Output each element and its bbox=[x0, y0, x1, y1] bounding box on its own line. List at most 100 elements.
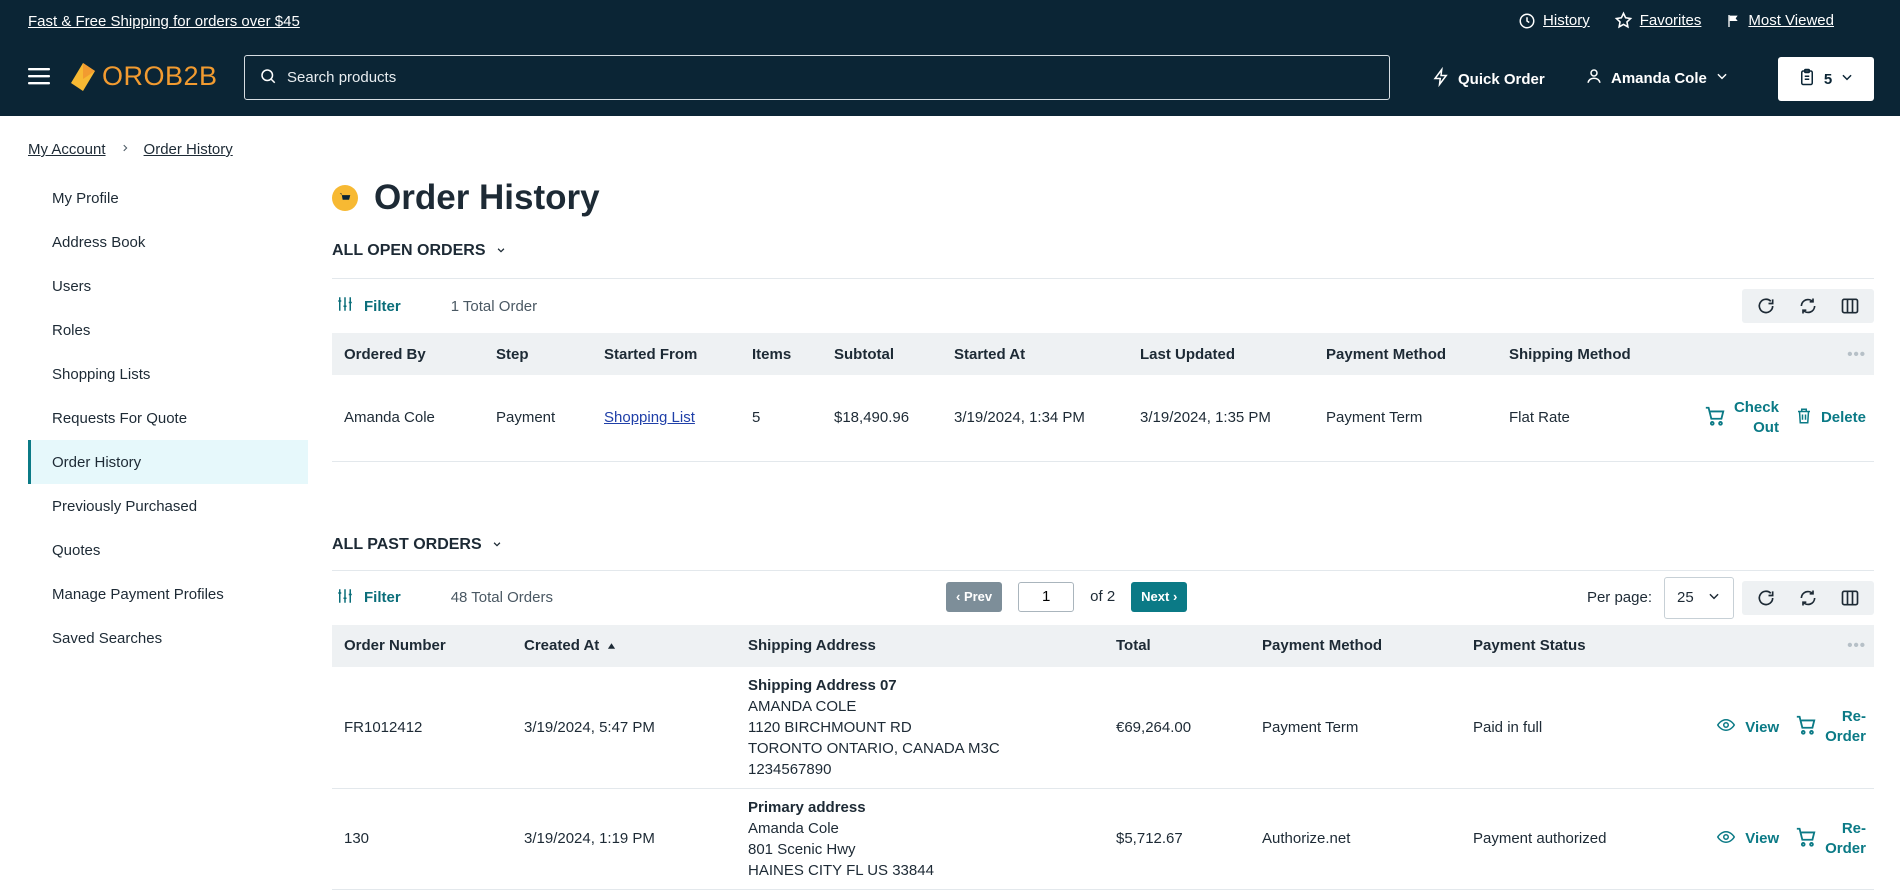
cart-icon bbox=[1795, 826, 1817, 852]
clipboard-icon bbox=[1798, 67, 1816, 91]
column-header[interactable]: Payment Status bbox=[1461, 625, 1661, 667]
cell-subtotal: $18,490.96 bbox=[834, 409, 910, 427]
open-orders-table: Ordered By Step Started From Items Subto… bbox=[332, 333, 1874, 462]
history-link-label: History bbox=[1543, 12, 1590, 29]
user-icon bbox=[1585, 67, 1603, 89]
address-line: 1120 BIRCHMOUNT RD bbox=[748, 718, 912, 736]
column-header-sorted[interactable]: Created At bbox=[512, 625, 736, 667]
view-button[interactable]: View bbox=[1715, 828, 1779, 850]
column-header[interactable]: Shipping Method bbox=[1497, 333, 1657, 375]
shopping-list-widget[interactable]: 5 bbox=[1778, 57, 1874, 101]
cart-icon bbox=[1795, 714, 1817, 740]
sidebar-item-address-book[interactable]: Address Book bbox=[28, 220, 308, 264]
cell-order-number: FR1012412 bbox=[344, 718, 423, 736]
delete-button[interactable]: Delete bbox=[1795, 406, 1866, 430]
column-header[interactable]: Subtotal bbox=[822, 333, 942, 375]
clock-icon bbox=[1518, 12, 1536, 30]
breadcrumb-my-account[interactable]: My Account bbox=[28, 141, 106, 158]
column-header[interactable]: Payment Method bbox=[1314, 333, 1497, 375]
next-page-button[interactable]: Next › bbox=[1131, 581, 1188, 612]
open-orders-filter-button[interactable]: Filter bbox=[336, 295, 401, 317]
per-page-select[interactable]: 25 bbox=[1664, 576, 1734, 619]
column-header[interactable]: Started From bbox=[592, 333, 740, 375]
sidebar-item-users[interactable]: Users bbox=[28, 264, 308, 308]
open-orders-toolbar: Filter 1 Total Order bbox=[332, 279, 1874, 333]
past-orders-table: Order Number Created At Shipping Address… bbox=[332, 624, 1874, 890]
sidebar-item-manage-payment-profiles[interactable]: Manage Payment Profiles bbox=[28, 572, 308, 616]
table-header-row: Order Number Created At Shipping Address… bbox=[332, 624, 1874, 667]
reset-icon[interactable] bbox=[1788, 581, 1828, 615]
quick-order-button[interactable]: Quick Order bbox=[1432, 66, 1545, 91]
address-title: Shipping Address 07 bbox=[748, 676, 897, 694]
column-header[interactable]: Payment Method bbox=[1250, 625, 1461, 667]
page-title-text: Order History bbox=[374, 178, 600, 217]
prev-page-button[interactable]: ‹ Prev bbox=[946, 581, 1003, 612]
sliders-icon bbox=[336, 587, 354, 609]
cell-order-number: 130 bbox=[344, 830, 370, 847]
column-header[interactable]: Last Updated bbox=[1128, 333, 1314, 375]
reorder-button[interactable]: Re- Order bbox=[1795, 819, 1866, 859]
cell-payment-status: Paid in full bbox=[1473, 718, 1543, 736]
open-orders-toggle[interactable]: ALL OPEN ORDERS bbox=[332, 234, 1874, 268]
sidebar-item-shopping-lists[interactable]: Shopping Lists bbox=[28, 352, 308, 396]
menu-icon[interactable] bbox=[28, 66, 50, 90]
column-header[interactable]: Started At bbox=[942, 333, 1128, 375]
sidebar-item-roles[interactable]: Roles bbox=[28, 308, 308, 352]
reset-icon[interactable] bbox=[1788, 289, 1828, 323]
search-icon bbox=[259, 67, 277, 89]
past-orders-toggle[interactable]: ALL PAST ORDERS bbox=[332, 528, 1874, 562]
favorites-link[interactable]: Favorites bbox=[1614, 11, 1701, 30]
site-header: Fast & Free Shipping for orders over $45… bbox=[0, 0, 1900, 116]
table-row: Amanda Cole Payment Shopping List 5 $18,… bbox=[332, 375, 1874, 461]
search-box bbox=[244, 55, 1390, 100]
eye-icon bbox=[1715, 716, 1737, 738]
view-label: View bbox=[1745, 830, 1780, 847]
checkout-button[interactable]: Check Out bbox=[1704, 398, 1779, 438]
checkout-label-line1: Check bbox=[1733, 398, 1779, 416]
columns-icon[interactable] bbox=[1830, 289, 1870, 323]
page-count: of 2 bbox=[1090, 588, 1116, 605]
reorder-label-line2: Order bbox=[1825, 728, 1866, 745]
started-from-link[interactable]: Shopping List bbox=[604, 409, 695, 426]
chevron-down-icon bbox=[1715, 69, 1729, 87]
most-viewed-link-label: Most Viewed bbox=[1748, 12, 1834, 29]
sidebar-item-quotes[interactable]: Quotes bbox=[28, 528, 308, 572]
cell-step: Payment bbox=[496, 409, 556, 427]
address-title: Primary address bbox=[748, 798, 866, 816]
breadcrumb-order-history[interactable]: Order History bbox=[144, 141, 233, 158]
cart-icon bbox=[1704, 405, 1726, 431]
more-icon[interactable]: ••• bbox=[1661, 625, 1874, 667]
sidebar-item-my-profile[interactable]: My Profile bbox=[28, 176, 308, 220]
columns-icon[interactable] bbox=[1830, 581, 1870, 615]
column-header[interactable]: Items bbox=[740, 333, 822, 375]
reorder-button[interactable]: Re- Order bbox=[1795, 707, 1866, 747]
more-icon[interactable]: ••• bbox=[1657, 333, 1874, 375]
refresh-icon[interactable] bbox=[1746, 289, 1786, 323]
promo-banner-link[interactable]: Fast & Free Shipping for orders over $45 bbox=[28, 13, 300, 30]
page-number-input[interactable] bbox=[1018, 581, 1075, 612]
column-header[interactable]: Order Number bbox=[332, 625, 512, 667]
sidebar-item-previously-purchased[interactable]: Previously Purchased bbox=[28, 484, 308, 528]
column-header[interactable]: Step bbox=[484, 333, 592, 375]
sidebar-item-order-history[interactable]: Order History bbox=[28, 440, 308, 484]
refresh-icon[interactable] bbox=[1746, 581, 1786, 615]
user-menu[interactable]: Amanda Cole bbox=[1585, 67, 1729, 89]
column-header[interactable]: Shipping Address bbox=[736, 625, 1104, 667]
search-input[interactable] bbox=[287, 69, 1304, 86]
cell-shipping-address: Shipping Address 07 AMANDA COLE 1120 BIR… bbox=[736, 667, 1104, 789]
history-link[interactable]: History bbox=[1518, 12, 1590, 30]
view-button[interactable]: View bbox=[1715, 716, 1779, 738]
chevron-down-icon bbox=[492, 536, 502, 554]
most-viewed-link[interactable]: Most Viewed bbox=[1725, 12, 1834, 29]
past-orders-filter-label: Filter bbox=[364, 589, 401, 606]
sidebar-item-saved-searches[interactable]: Saved Searches bbox=[28, 616, 308, 660]
logo[interactable]: OROB2B bbox=[70, 61, 218, 92]
reorder-label-line1: Re- bbox=[1841, 708, 1866, 725]
column-header[interactable]: Ordered By bbox=[332, 333, 484, 375]
cell-payment-status: Payment authorized bbox=[1473, 830, 1607, 847]
column-header[interactable]: Total bbox=[1104, 625, 1250, 667]
sidebar-item-requests-for-quote[interactable]: Requests For Quote bbox=[28, 396, 308, 440]
past-orders-filter-button[interactable]: Filter bbox=[336, 587, 401, 609]
breadcrumb: My Account Order History bbox=[28, 141, 233, 158]
per-page-value: 25 bbox=[1677, 589, 1694, 606]
